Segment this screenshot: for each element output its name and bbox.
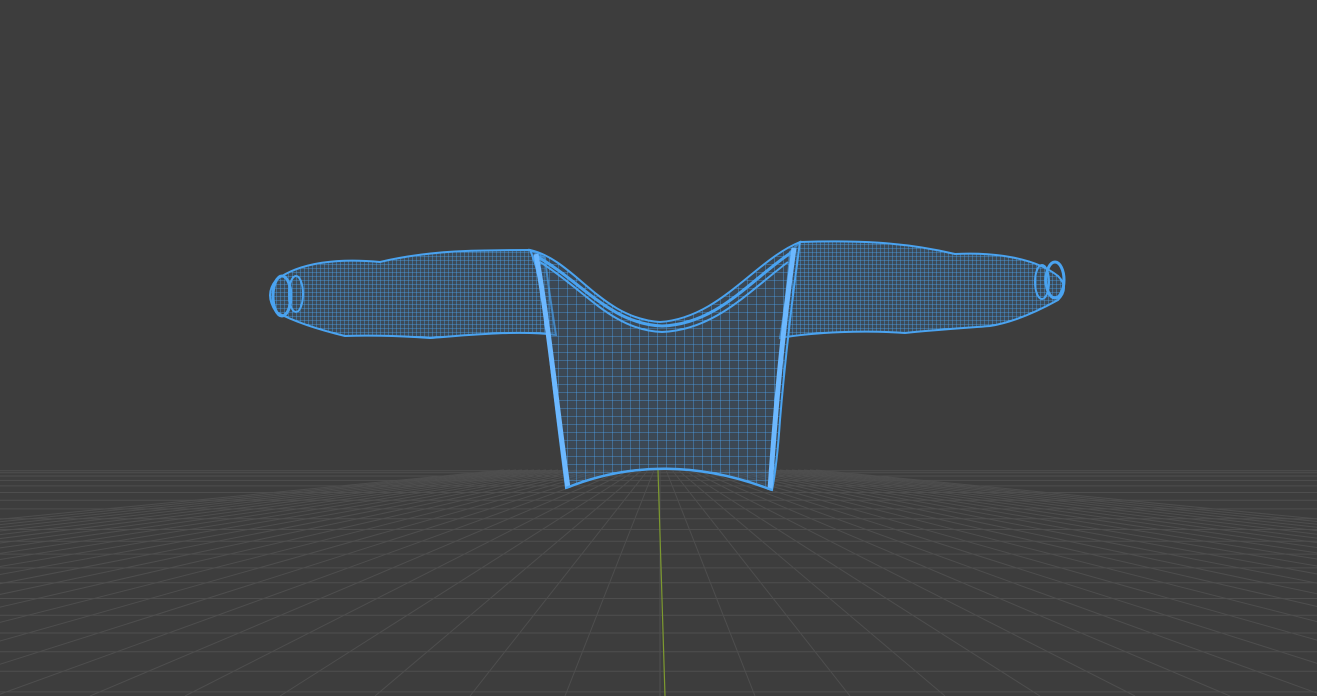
3d-viewport[interactable] <box>0 0 1317 696</box>
wireframe-mesh-object[interactable] <box>269 240 1066 492</box>
viewport-canvas[interactable] <box>0 0 1317 696</box>
